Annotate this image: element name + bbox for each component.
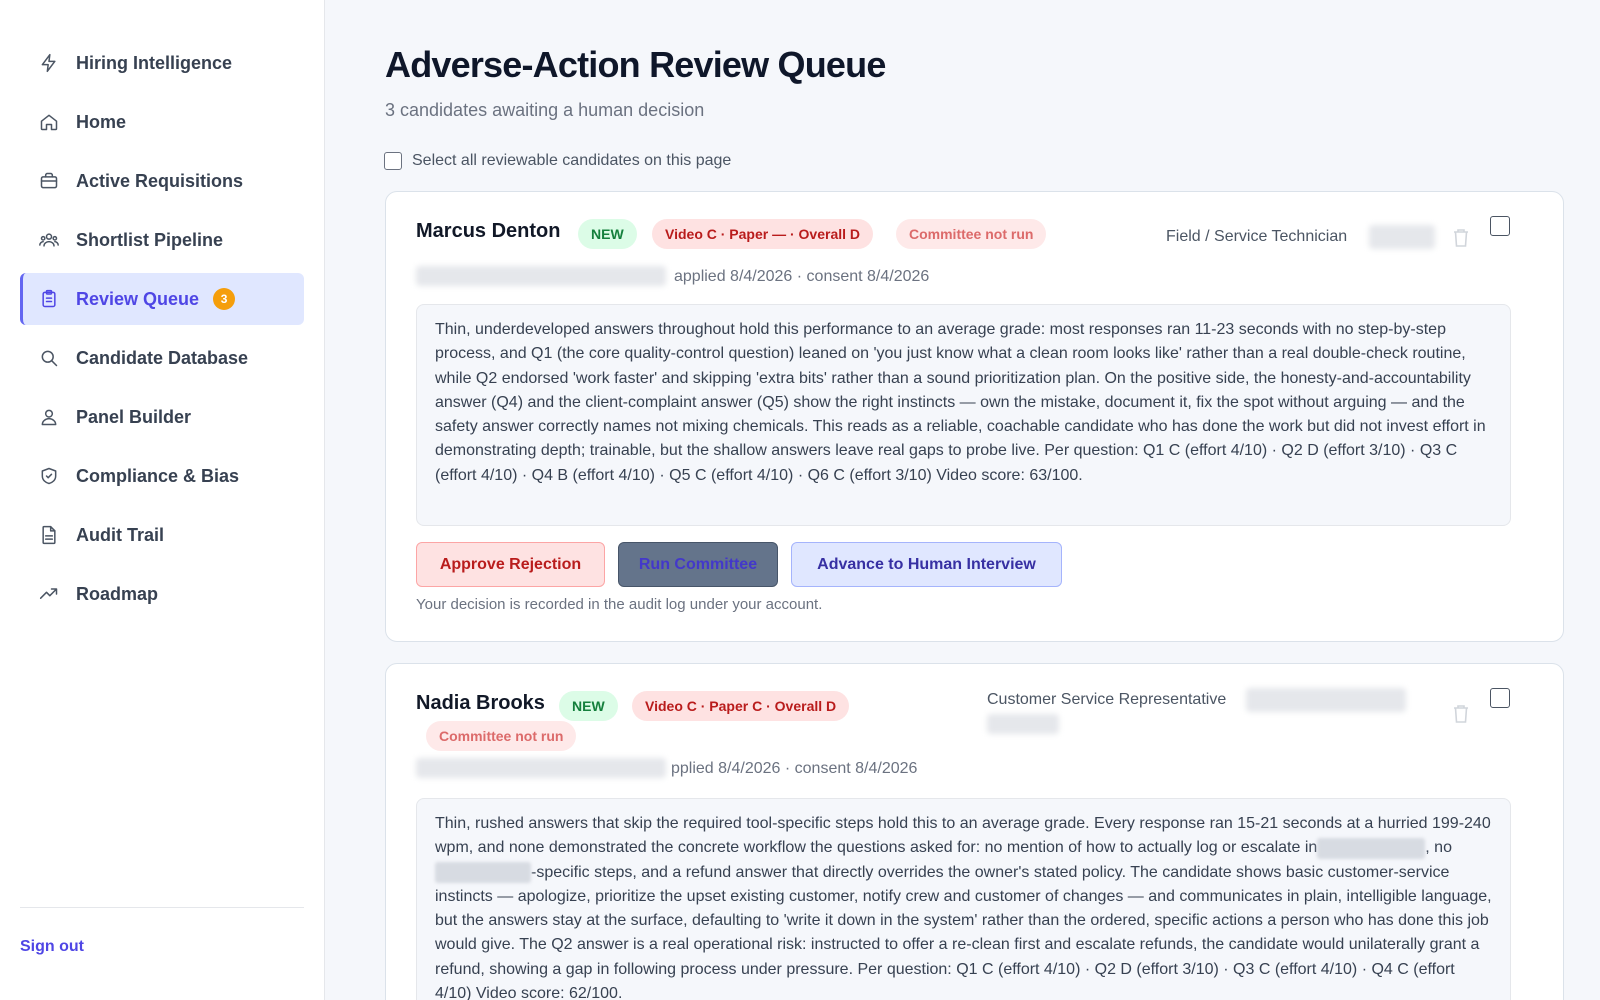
trash-icon[interactable] [1452,704,1470,724]
candidate-meta: applied 8/4/2026 · consent 8/4/2026 [674,268,930,285]
sidebar-item-label: Review Queue [76,288,200,309]
main-content: Adverse-Action Review Queue 3 candidates… [325,0,1600,1000]
candidate-select-checkbox[interactable] [1490,688,1510,708]
page-title: Adverse-Action Review Queue [385,44,886,85]
sidebar-item-audit-trail[interactable]: Audit Trail [20,509,304,561]
committee-status-badge: Committee not run [426,721,577,751]
sidebar-item-panel-builder[interactable]: Panel Builder [20,391,304,443]
bolt-icon [38,52,60,74]
sidebar-item-active-requisitions[interactable]: Active Requisitions [20,155,304,207]
run-committee-button[interactable]: Run Committee [618,542,778,587]
sidebar-item-candidate-database[interactable]: Candidate Database [20,332,304,384]
candidate-name[interactable]: Nadia Brooks [416,692,545,715]
candidate-summary: Thin, rushed answers that skip the requi… [416,798,1511,1000]
redacted-tool-name [435,861,531,883]
candidate-card: Nadia Brooks NEW Video C · Paper C · Ove… [385,663,1564,1000]
committee-status-badge: Committee not run [896,219,1047,249]
audit-note: Your decision is recorded in the audit l… [416,596,823,613]
sign-out-link[interactable]: Sign out [20,938,84,956]
sidebar-item-roadmap[interactable]: Roadmap [20,568,304,620]
redacted-email [416,758,666,778]
candidate-select-checkbox[interactable] [1490,216,1510,236]
summary-text: -specific steps, and a refund answer tha… [435,863,1492,1000]
grade-badge: Video C · Paper C · Overall D [632,691,850,721]
candidate-name[interactable]: Marcus Denton [416,220,560,243]
sidebar: Hiring Intelligence Home Active Requisit… [0,0,325,1000]
redacted-tool-name [1317,837,1426,859]
page-subtitle: 3 candidates awaiting a human decision [385,100,705,120]
redacted-location [1369,225,1435,249]
redacted-location [1246,688,1406,712]
sidebar-item-label: Roadmap [76,583,159,604]
candidate-summary: Thin, underdeveloped answers throughout … [416,304,1511,526]
candidate-meta: pplied 8/4/2026 · consent 8/4/2026 [671,760,918,777]
trash-icon[interactable] [1452,228,1470,248]
trending-icon [38,583,60,605]
status-badge: NEW [559,691,618,721]
sidebar-item-review-queue[interactable]: Review Queue 3 [20,273,304,325]
sidebar-item-label: Audit Trail [76,524,165,545]
shield-icon [38,465,60,487]
document-icon [38,524,60,546]
sidebar-item-label: Panel Builder [76,406,192,427]
sidebar-item-label: Home [76,111,127,132]
sidebar-item-label: Shortlist Pipeline [76,229,224,250]
home-icon [38,111,60,133]
approve-rejection-button[interactable]: Approve Rejection [416,542,605,587]
redacted-email [416,266,666,286]
users-icon [38,229,60,251]
select-all-label: Select all reviewable candidates on this… [412,152,732,169]
sidebar-item-shortlist-pipeline[interactable]: Shortlist Pipeline [20,214,304,266]
redacted-location-2 [987,714,1059,734]
sidebar-item-home[interactable]: Home [20,96,304,148]
status-badge: NEW [578,219,637,249]
sidebar-item-compliance-bias[interactable]: Compliance & Bias [20,450,304,502]
sidebar-item-label: Candidate Database [76,347,249,368]
sidebar-item-label: Active Requisitions [76,170,244,191]
select-all-checkbox[interactable] [384,152,402,170]
summary-text: , no [1425,839,1452,857]
user-group-icon [38,406,60,428]
clipboard-icon [38,288,60,310]
candidate-role: Field / Service Technician [1166,228,1348,245]
sidebar-divider [20,907,304,908]
sidebar-nav: Hiring Intelligence Home Active Requisit… [20,37,304,627]
select-all-control[interactable]: Select all reviewable candidates on this… [384,152,731,170]
candidate-card: Marcus Denton NEW Video C · Paper — · Ov… [385,191,1564,642]
advance-to-interview-button[interactable]: Advance to Human Interview [791,542,1062,587]
sidebar-item-label: Compliance & Bias [76,465,240,486]
grade-badge: Video C · Paper — · Overall D [652,219,874,249]
sidebar-item-hiring-intelligence[interactable]: Hiring Intelligence [20,37,304,89]
briefcase-icon [38,170,60,192]
candidate-role: Customer Service Representative [987,691,1227,708]
search-icon [38,347,60,369]
sidebar-item-label: Hiring Intelligence [76,52,233,73]
review-count-badge: 3 [213,288,236,310]
